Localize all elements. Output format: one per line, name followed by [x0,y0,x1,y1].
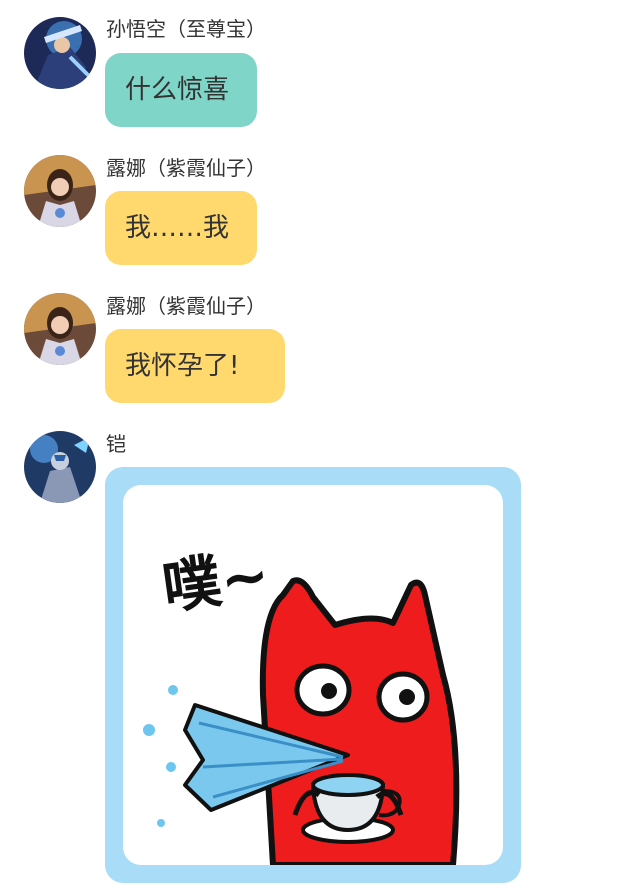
sender-name: 孙悟空（至尊宝） [106,17,266,41]
avatar-luna[interactable] [24,293,96,365]
message-bubble[interactable]: 什么惊喜 [105,53,257,127]
avatar-kai[interactable] [24,431,96,503]
sender-name: 露娜（紫霞仙子） [106,294,266,318]
spray-droplet [157,819,165,827]
sticker-image: 噗~ [123,485,503,865]
sender-name: 露娜（紫霞仙子） [106,156,266,180]
avatar-luna[interactable] [24,155,96,227]
message-bubble[interactable]: 我怀孕了! [105,329,285,403]
avatar-wukong[interactable] [24,17,96,89]
sticker-caption: 噗~ [158,540,273,622]
sticker-message[interactable]: 噗~ [105,467,521,883]
sender-name: 铠 [106,432,126,456]
message-bubble[interactable]: 我……我 [105,191,257,265]
spray-droplet [168,685,178,695]
spray-droplet [166,762,176,772]
spray-droplet [143,724,155,736]
